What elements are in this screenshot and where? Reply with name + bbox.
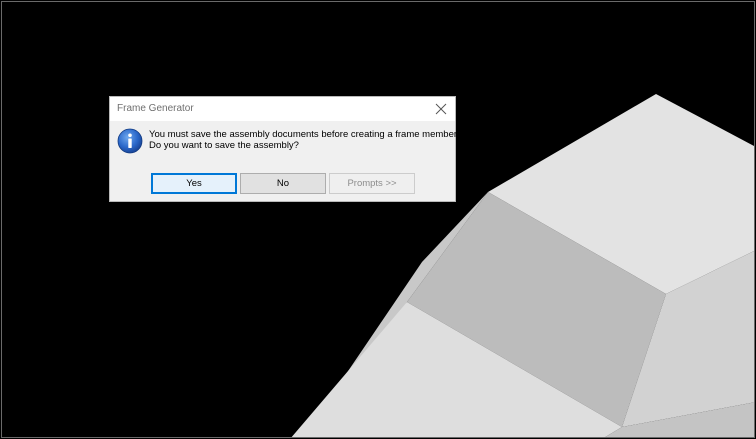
dialog-message: You must save the assembly documents bef… [149,129,459,151]
message-line-1: You must save the assembly documents bef… [149,129,460,140]
no-button[interactable]: No [240,173,326,194]
message-line-2: Do you want to save the assembly? [149,140,299,151]
yes-button[interactable]: Yes [151,173,237,194]
graphics-viewport[interactable] [1,1,755,438]
model-geometry [291,94,754,437]
info-icon [117,128,143,154]
frame-generator-dialog: Frame Generator You must save the assemb… [109,96,459,202]
close-icon [435,103,447,115]
dialog-titlebar: Frame Generator [110,97,455,121]
prompts-button[interactable]: Prompts >> [329,173,415,194]
dialog-title: Frame Generator [117,103,194,114]
close-button[interactable] [427,97,455,121]
